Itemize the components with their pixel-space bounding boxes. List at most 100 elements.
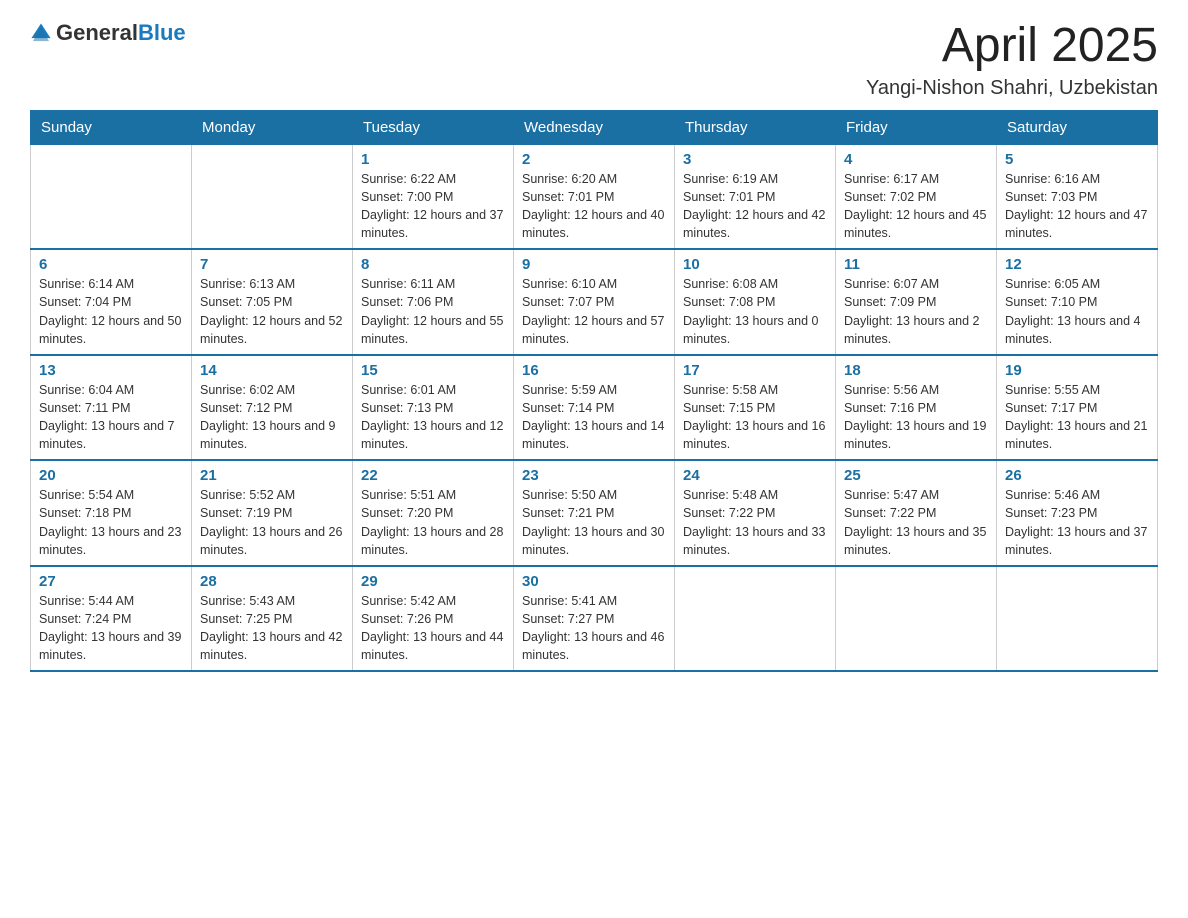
calendar-cell: 24 Sunrise: 5:48 AMSunset: 7:22 PMDayligh…: [675, 460, 836, 566]
day-number: 21: [200, 467, 344, 484]
day-number: 27: [39, 573, 183, 590]
calendar-table: SundayMondayTuesdayWednesdayThursdayFrid…: [30, 110, 1158, 673]
calendar-header: SundayMondayTuesdayWednesdayThursdayFrid…: [31, 110, 1158, 144]
logo-blue: Blue: [138, 20, 186, 45]
calendar-week-row: 1 Sunrise: 6:22 AMSunset: 7:00 PMDaylight…: [31, 144, 1158, 249]
logo: GeneralBlue: [30, 20, 186, 46]
calendar-cell: 19 Sunrise: 5:55 AMSunset: 7:17 PMDayligh…: [997, 355, 1158, 461]
day-number: 8: [361, 256, 505, 273]
calendar-cell: 8 Sunrise: 6:11 AMSunset: 7:06 PMDaylight…: [353, 249, 514, 355]
calendar-week-row: 13Sunrise: 6:04 AMSunset: 7:11 PMDayligh…: [31, 355, 1158, 461]
day-info: Sunrise: 5:46 AMSunset: 7:23 PMDaylight:…: [1005, 486, 1149, 559]
day-number: 26: [1005, 467, 1149, 484]
day-number: 28: [200, 573, 344, 590]
subtitle: Yangi-Nishon Shahri, Uzbekistan: [866, 77, 1158, 100]
day-number: 2: [522, 151, 666, 168]
day-number: 3: [683, 151, 827, 168]
calendar-cell: 30 Sunrise: 5:41 AMSunset: 7:27 PMDayligh…: [514, 566, 675, 672]
calendar-cell: 23 Sunrise: 5:50 AMSunset: 7:21 PMDayligh…: [514, 460, 675, 566]
day-number: 19: [1005, 362, 1149, 379]
day-info: Sunrise: 5:50 AMSunset: 7:21 PMDaylight:…: [522, 486, 666, 559]
calendar-cell: [192, 144, 353, 249]
day-info: Sunrise: 5:51 AMSunset: 7:20 PMDaylight:…: [361, 486, 505, 559]
calendar-cell: [997, 566, 1158, 672]
weekday-header-saturday: Saturday: [997, 110, 1158, 144]
day-info: Sunrise: 5:41 AMSunset: 7:27 PMDaylight:…: [522, 592, 666, 665]
day-info: Sunrise: 6:22 AMSunset: 7:00 PMDaylight:…: [361, 170, 505, 243]
calendar-cell: 4 Sunrise: 6:17 AMSunset: 7:02 PMDaylight…: [836, 144, 997, 249]
day-number: 4: [844, 151, 988, 168]
day-info: Sunrise: 5:48 AMSunset: 7:22 PMDaylight:…: [683, 486, 827, 559]
calendar-cell: [836, 566, 997, 672]
day-info: Sunrise: 6:13 AMSunset: 7:05 PMDaylight:…: [200, 275, 344, 348]
day-info: Sunrise: 5:47 AMSunset: 7:22 PMDaylight:…: [844, 486, 988, 559]
day-info: Sunrise: 5:44 AMSunset: 7:24 PMDaylight:…: [39, 592, 183, 665]
calendar-week-row: 6Sunrise: 6:14 AMSunset: 7:04 PMDaylight…: [31, 249, 1158, 355]
calendar-cell: 18Sunrise: 5:56 AMSunset: 7:16 PMDayligh…: [836, 355, 997, 461]
day-number: 30: [522, 573, 666, 590]
day-info: Sunrise: 5:43 AMSunset: 7:25 PMDaylight:…: [200, 592, 344, 665]
calendar-cell: 21 Sunrise: 5:52 AMSunset: 7:19 PMDayligh…: [192, 460, 353, 566]
day-number: 20: [39, 467, 183, 484]
day-number: 7: [200, 256, 344, 273]
day-number: 10: [683, 256, 827, 273]
day-number: 1: [361, 151, 505, 168]
day-number: 12: [1005, 256, 1149, 273]
day-info: Sunrise: 6:02 AMSunset: 7:12 PMDaylight:…: [200, 381, 344, 454]
day-info: Sunrise: 5:54 AMSunset: 7:18 PMDaylight:…: [39, 486, 183, 559]
day-info: Sunrise: 5:52 AMSunset: 7:19 PMDaylight:…: [200, 486, 344, 559]
calendar-cell: [31, 144, 192, 249]
day-info: Sunrise: 6:20 AMSunset: 7:01 PMDaylight:…: [522, 170, 666, 243]
day-info: Sunrise: 6:01 AMSunset: 7:13 PMDaylight:…: [361, 381, 505, 454]
day-info: Sunrise: 6:16 AMSunset: 7:03 PMDaylight:…: [1005, 170, 1149, 243]
day-number: 23: [522, 467, 666, 484]
day-number: 16: [522, 362, 666, 379]
calendar-cell: 13Sunrise: 6:04 AMSunset: 7:11 PMDayligh…: [31, 355, 192, 461]
day-number: 17: [683, 362, 827, 379]
calendar-cell: 12Sunrise: 6:05 AMSunset: 7:10 PMDayligh…: [997, 249, 1158, 355]
calendar-week-row: 20 Sunrise: 5:54 AMSunset: 7:18 PMDayligh…: [31, 460, 1158, 566]
logo-general: General: [56, 20, 138, 45]
day-info: Sunrise: 5:55 AMSunset: 7:17 PMDaylight:…: [1005, 381, 1149, 454]
weekday-header-friday: Friday: [836, 110, 997, 144]
day-number: 22: [361, 467, 505, 484]
day-info: Sunrise: 6:10 AMSunset: 7:07 PMDaylight:…: [522, 275, 666, 348]
calendar-cell: 5 Sunrise: 6:16 AMSunset: 7:03 PMDaylight…: [997, 144, 1158, 249]
day-info: Sunrise: 6:17 AMSunset: 7:02 PMDaylight:…: [844, 170, 988, 243]
page-title: April 2025: [866, 20, 1158, 73]
day-info: Sunrise: 6:14 AMSunset: 7:04 PMDaylight:…: [39, 275, 183, 348]
day-number: 25: [844, 467, 988, 484]
calendar-body: 1 Sunrise: 6:22 AMSunset: 7:00 PMDaylight…: [31, 144, 1158, 671]
day-info: Sunrise: 5:56 AMSunset: 7:16 PMDaylight:…: [844, 381, 988, 454]
calendar-cell: [675, 566, 836, 672]
weekday-header-thursday: Thursday: [675, 110, 836, 144]
day-number: 14: [200, 362, 344, 379]
calendar-cell: 9Sunrise: 6:10 AMSunset: 7:07 PMDaylight…: [514, 249, 675, 355]
day-info: Sunrise: 5:59 AMSunset: 7:14 PMDaylight:…: [522, 381, 666, 454]
day-info: Sunrise: 6:19 AMSunset: 7:01 PMDaylight:…: [683, 170, 827, 243]
weekday-header-tuesday: Tuesday: [353, 110, 514, 144]
day-info: Sunrise: 6:11 AMSunset: 7:06 PMDaylight:…: [361, 275, 505, 348]
logo-icon: [30, 22, 52, 44]
calendar-cell: 17 Sunrise: 5:58 AMSunset: 7:15 PMDayligh…: [675, 355, 836, 461]
day-number: 29: [361, 573, 505, 590]
calendar-cell: 22 Sunrise: 5:51 AMSunset: 7:20 PMDayligh…: [353, 460, 514, 566]
calendar-cell: 10 Sunrise: 6:08 AMSunset: 7:08 PMDayligh…: [675, 249, 836, 355]
day-info: Sunrise: 5:58 AMSunset: 7:15 PMDaylight:…: [683, 381, 827, 454]
calendar-cell: 14 Sunrise: 6:02 AMSunset: 7:12 PMDayligh…: [192, 355, 353, 461]
calendar-cell: 2 Sunrise: 6:20 AMSunset: 7:01 PMDaylight…: [514, 144, 675, 249]
day-number: 13: [39, 362, 183, 379]
weekday-header-sunday: Sunday: [31, 110, 192, 144]
day-number: 11: [844, 256, 988, 273]
day-info: Sunrise: 6:08 AMSunset: 7:08 PMDaylight:…: [683, 275, 827, 348]
calendar-cell: 26 Sunrise: 5:46 AMSunset: 7:23 PMDayligh…: [997, 460, 1158, 566]
calendar-cell: 16 Sunrise: 5:59 AMSunset: 7:14 PMDayligh…: [514, 355, 675, 461]
calendar-cell: 27 Sunrise: 5:44 AMSunset: 7:24 PMDayligh…: [31, 566, 192, 672]
calendar-cell: 25 Sunrise: 5:47 AMSunset: 7:22 PMDayligh…: [836, 460, 997, 566]
calendar-cell: 3 Sunrise: 6:19 AMSunset: 7:01 PMDaylight…: [675, 144, 836, 249]
weekday-header-wednesday: Wednesday: [514, 110, 675, 144]
weekday-header-monday: Monday: [192, 110, 353, 144]
day-number: 5: [1005, 151, 1149, 168]
day-number: 24: [683, 467, 827, 484]
day-info: Sunrise: 5:42 AMSunset: 7:26 PMDaylight:…: [361, 592, 505, 665]
